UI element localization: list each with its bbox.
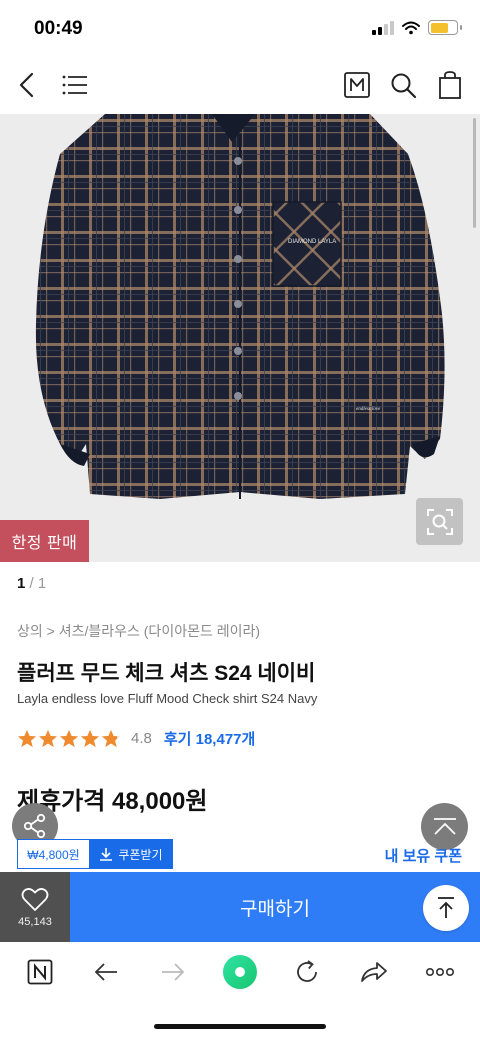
battery-icon (428, 20, 462, 35)
back-icon[interactable] (10, 68, 44, 102)
coupon-row: ₩4,800원 쿠폰받기 (17, 839, 173, 869)
like-count: 45,143 (18, 915, 52, 928)
home-indicator (154, 1024, 326, 1029)
zoom-icon[interactable] (416, 498, 463, 545)
green-dot-icon[interactable] (222, 954, 258, 990)
star-icon (39, 729, 57, 747)
download-icon (100, 848, 113, 861)
arrow-up-icon[interactable] (423, 885, 469, 931)
limited-sale-badge: 한정 판매 (0, 520, 89, 562)
svg-text:endless love: endless love (356, 407, 381, 412)
star-icon (60, 729, 78, 747)
plaid-shirt-image: DIAMOND LAYLA endless love (35, 114, 445, 499)
get-coupon-label: 쿠폰받기 (118, 847, 163, 862)
more-icon[interactable] (422, 954, 458, 990)
svg-text:DIAMOND LAYLA: DIAMOND LAYLA (288, 239, 336, 245)
star-icon (102, 729, 120, 747)
n-logo-icon[interactable] (22, 954, 58, 990)
product-title: 플러프 무드 체크 셔츠 S24 네이비 (17, 662, 316, 685)
scroll-top-icon[interactable] (421, 803, 468, 850)
like-button[interactable]: 45,143 (0, 872, 70, 942)
purchase-bar: 45,143 구매하기 (0, 872, 480, 942)
review-count-link[interactable]: 후기 18,477개 (164, 728, 255, 749)
status-bar: 00:49 (0, 0, 480, 56)
rating-row: 4.8 후기 18,477개 (17, 728, 255, 748)
star-icon (81, 729, 99, 747)
shopping-bag-icon[interactable] (433, 68, 467, 102)
image-pager: 1 / 1 (17, 575, 46, 592)
heart-icon (21, 887, 49, 911)
status-icons (372, 20, 462, 35)
my-coupon-link[interactable]: 내 보유 쿠폰 (385, 845, 462, 866)
get-coupon-button[interactable]: 쿠폰받기 (89, 839, 173, 869)
product-image[interactable]: DIAMOND LAYLA endless love (0, 114, 480, 562)
top-nav (0, 56, 480, 114)
rating-value: 4.8 (131, 729, 152, 747)
arrow-left-icon[interactable] (88, 954, 124, 990)
breadcrumb[interactable]: 상의 > 셔츠/블라우스 (다이아몬드 레이라) (17, 621, 260, 641)
signal-icon (372, 20, 394, 35)
m-box-icon[interactable] (340, 68, 374, 102)
pager-total: / 1 (25, 575, 47, 592)
wifi-icon (402, 21, 420, 34)
coupon-amount: ₩4,800원 (17, 839, 89, 869)
rating-stars (17, 729, 121, 748)
arrow-right-icon[interactable] (155, 954, 191, 990)
buy-button[interactable]: 구매하기 (70, 872, 480, 942)
hamburger-icon[interactable] (58, 68, 92, 102)
image-scrollbar (473, 118, 476, 228)
star-icon (18, 729, 36, 747)
share-arrow-icon[interactable] (356, 954, 392, 990)
product-subtitle: Layla endless love Fluff Mood Check shir… (17, 691, 318, 706)
status-time: 00:49 (34, 18, 83, 39)
search-icon[interactable] (386, 68, 420, 102)
browser-toolbar (0, 942, 480, 1002)
refresh-icon[interactable] (289, 954, 325, 990)
